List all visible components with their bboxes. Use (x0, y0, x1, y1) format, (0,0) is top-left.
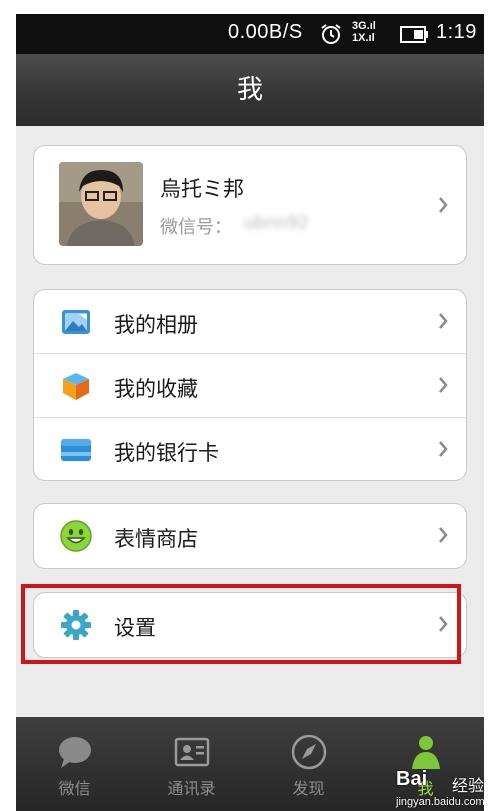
watermark-brand: Bai (396, 768, 428, 790)
phone-screen: 0.00B/S 3G.ıl 1X.ıl 1:19 我 烏托ミ邦 微信号： ubn… (16, 14, 484, 811)
sticker-store-card: 表情商店 (33, 503, 467, 569)
tab-contacts[interactable]: 通讯录 (133, 717, 250, 811)
menu-item-label: 我的收藏 (114, 377, 198, 401)
profile-name: 烏托ミ邦 (160, 177, 244, 201)
menu-item-label: 我的相册 (114, 313, 198, 337)
watermark-url: jingyan.baidu.com (396, 796, 484, 808)
avatar (59, 162, 143, 246)
page-title: 我 (236, 75, 263, 105)
clock: 1:19 (436, 21, 477, 43)
title-bar: 我 (16, 54, 484, 126)
menu-item-album[interactable]: 我的相册 (34, 290, 466, 353)
contacts-card-icon (174, 737, 210, 767)
baidu-watermark: Bai 经验 jingyan.baidu.com (392, 766, 484, 811)
menu-item-label: 表情商店 (114, 527, 198, 551)
menu-item-sticker-store[interactable]: 表情商店 (34, 504, 466, 567)
compass-icon (291, 734, 327, 770)
menu-item-favorites[interactable]: 我的收藏 (34, 353, 466, 417)
watermark-suffix: 经验 (452, 778, 484, 795)
smiley-icon (60, 520, 92, 552)
chevron-right-icon (439, 441, 448, 457)
chevron-right-icon (439, 197, 448, 213)
tab-label: 通讯录 (167, 779, 216, 798)
alarm-icon (321, 24, 341, 44)
menu-item-bank-card[interactable]: 我的银行卡 (34, 417, 466, 481)
wechat-id-label: 微信号： (160, 217, 232, 238)
tab-chats[interactable]: 微信 (16, 717, 133, 811)
tab-label: 微信 (58, 779, 91, 798)
chevron-right-icon (439, 527, 448, 543)
signal-indicator: 3G.ıl 1X.ıl (352, 20, 376, 44)
tab-label: 发现 (292, 779, 325, 798)
chevron-right-icon (439, 377, 448, 393)
chat-bubble-icon (59, 737, 91, 768)
tab-discover[interactable]: 发现 (250, 717, 367, 811)
bank-card-icon (61, 439, 91, 461)
favorites-cube-icon (63, 373, 89, 400)
status-bar: 0.00B/S 3G.ıl 1X.ıl 1:19 (16, 14, 484, 54)
battery-icon (400, 26, 428, 43)
personal-menu-group: 我的相册 我的收藏 我的银行卡 (33, 289, 467, 481)
profile-card[interactable]: 烏托ミ邦 微信号： ubnn92 (33, 145, 467, 265)
highlight-annotation-box (21, 584, 461, 664)
network-speed: 0.00B/S (228, 21, 303, 43)
wechat-id-value: ubnn92 (244, 213, 309, 233)
photo-album-icon (62, 310, 90, 334)
menu-item-label: 我的银行卡 (114, 441, 219, 465)
chevron-right-icon (439, 313, 448, 329)
